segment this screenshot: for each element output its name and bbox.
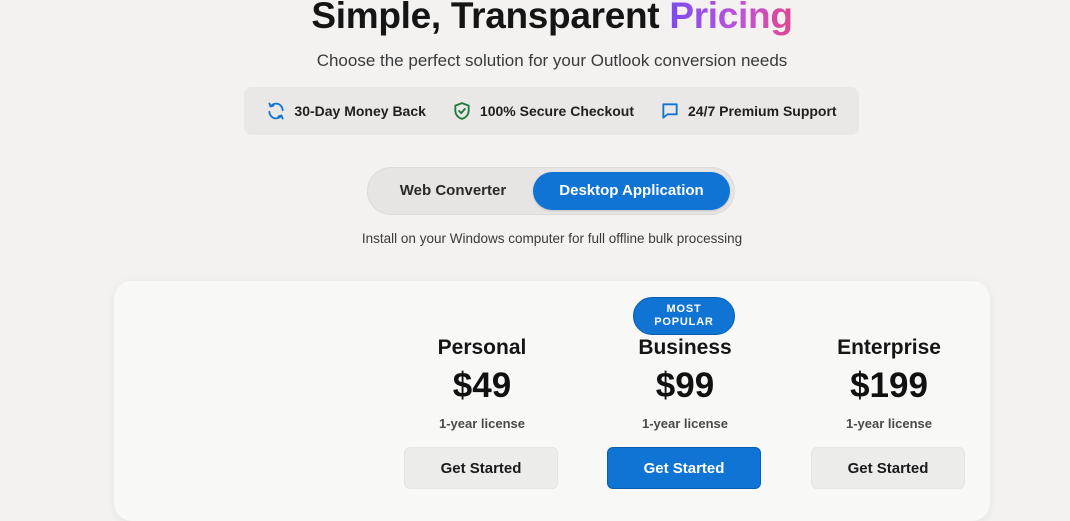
page-title: Simple, Transparent Pricing bbox=[0, 0, 1070, 38]
toggle-desktop-application[interactable]: Desktop Application bbox=[533, 172, 730, 210]
get-started-button-personal[interactable]: Get Started bbox=[404, 447, 558, 489]
feature-secure-checkout: 100% Secure Checkout bbox=[452, 101, 634, 121]
plan-license: 1-year license bbox=[845, 416, 932, 431]
plan-name: Business bbox=[638, 336, 732, 359]
get-started-button-enterprise[interactable]: Get Started bbox=[811, 447, 965, 489]
plan-license: 1-year license bbox=[641, 416, 728, 431]
refresh-icon bbox=[266, 101, 286, 121]
plan-price: $99 bbox=[655, 366, 715, 405]
pricing-card: Personal $49 1-year license Get Started … bbox=[114, 281, 990, 521]
feature-money-back: 30-Day Money Back bbox=[266, 101, 426, 121]
feature-label: 30-Day Money Back bbox=[294, 103, 426, 119]
feature-label: 100% Secure Checkout bbox=[479, 103, 634, 119]
plan-name: Personal bbox=[437, 336, 527, 359]
feature-support: 24/7 Premium Support bbox=[660, 101, 837, 121]
chat-icon bbox=[660, 101, 680, 121]
feature-strip: 30-Day Money Back 100% Secure Checkout 2… bbox=[244, 87, 859, 135]
shield-check-icon bbox=[452, 101, 472, 121]
badge-line: POPULAR bbox=[654, 316, 714, 328]
plan-price: $49 bbox=[452, 366, 512, 405]
get-started-button-business[interactable]: Get Started bbox=[607, 447, 761, 489]
title-plain: Simple, Transparent bbox=[311, 0, 660, 36]
plan-name: Enterprise bbox=[837, 336, 941, 359]
most-popular-badge: MOST POPULAR bbox=[633, 297, 735, 335]
title-accent: Pricing bbox=[669, 0, 793, 36]
toggle-web-converter[interactable]: Web Converter bbox=[373, 172, 533, 210]
toggle-caption: Install on your Windows computer for ful… bbox=[361, 231, 743, 246]
badge-line: MOST bbox=[666, 303, 702, 315]
page-subtitle: Choose the perfect solution for your Out… bbox=[316, 51, 788, 70]
plan-price: $199 bbox=[850, 366, 928, 405]
product-type-toggle: Web Converter Desktop Application bbox=[367, 167, 735, 215]
plan-license: 1-year license bbox=[438, 416, 525, 431]
feature-label: 24/7 Premium Support bbox=[688, 103, 837, 119]
